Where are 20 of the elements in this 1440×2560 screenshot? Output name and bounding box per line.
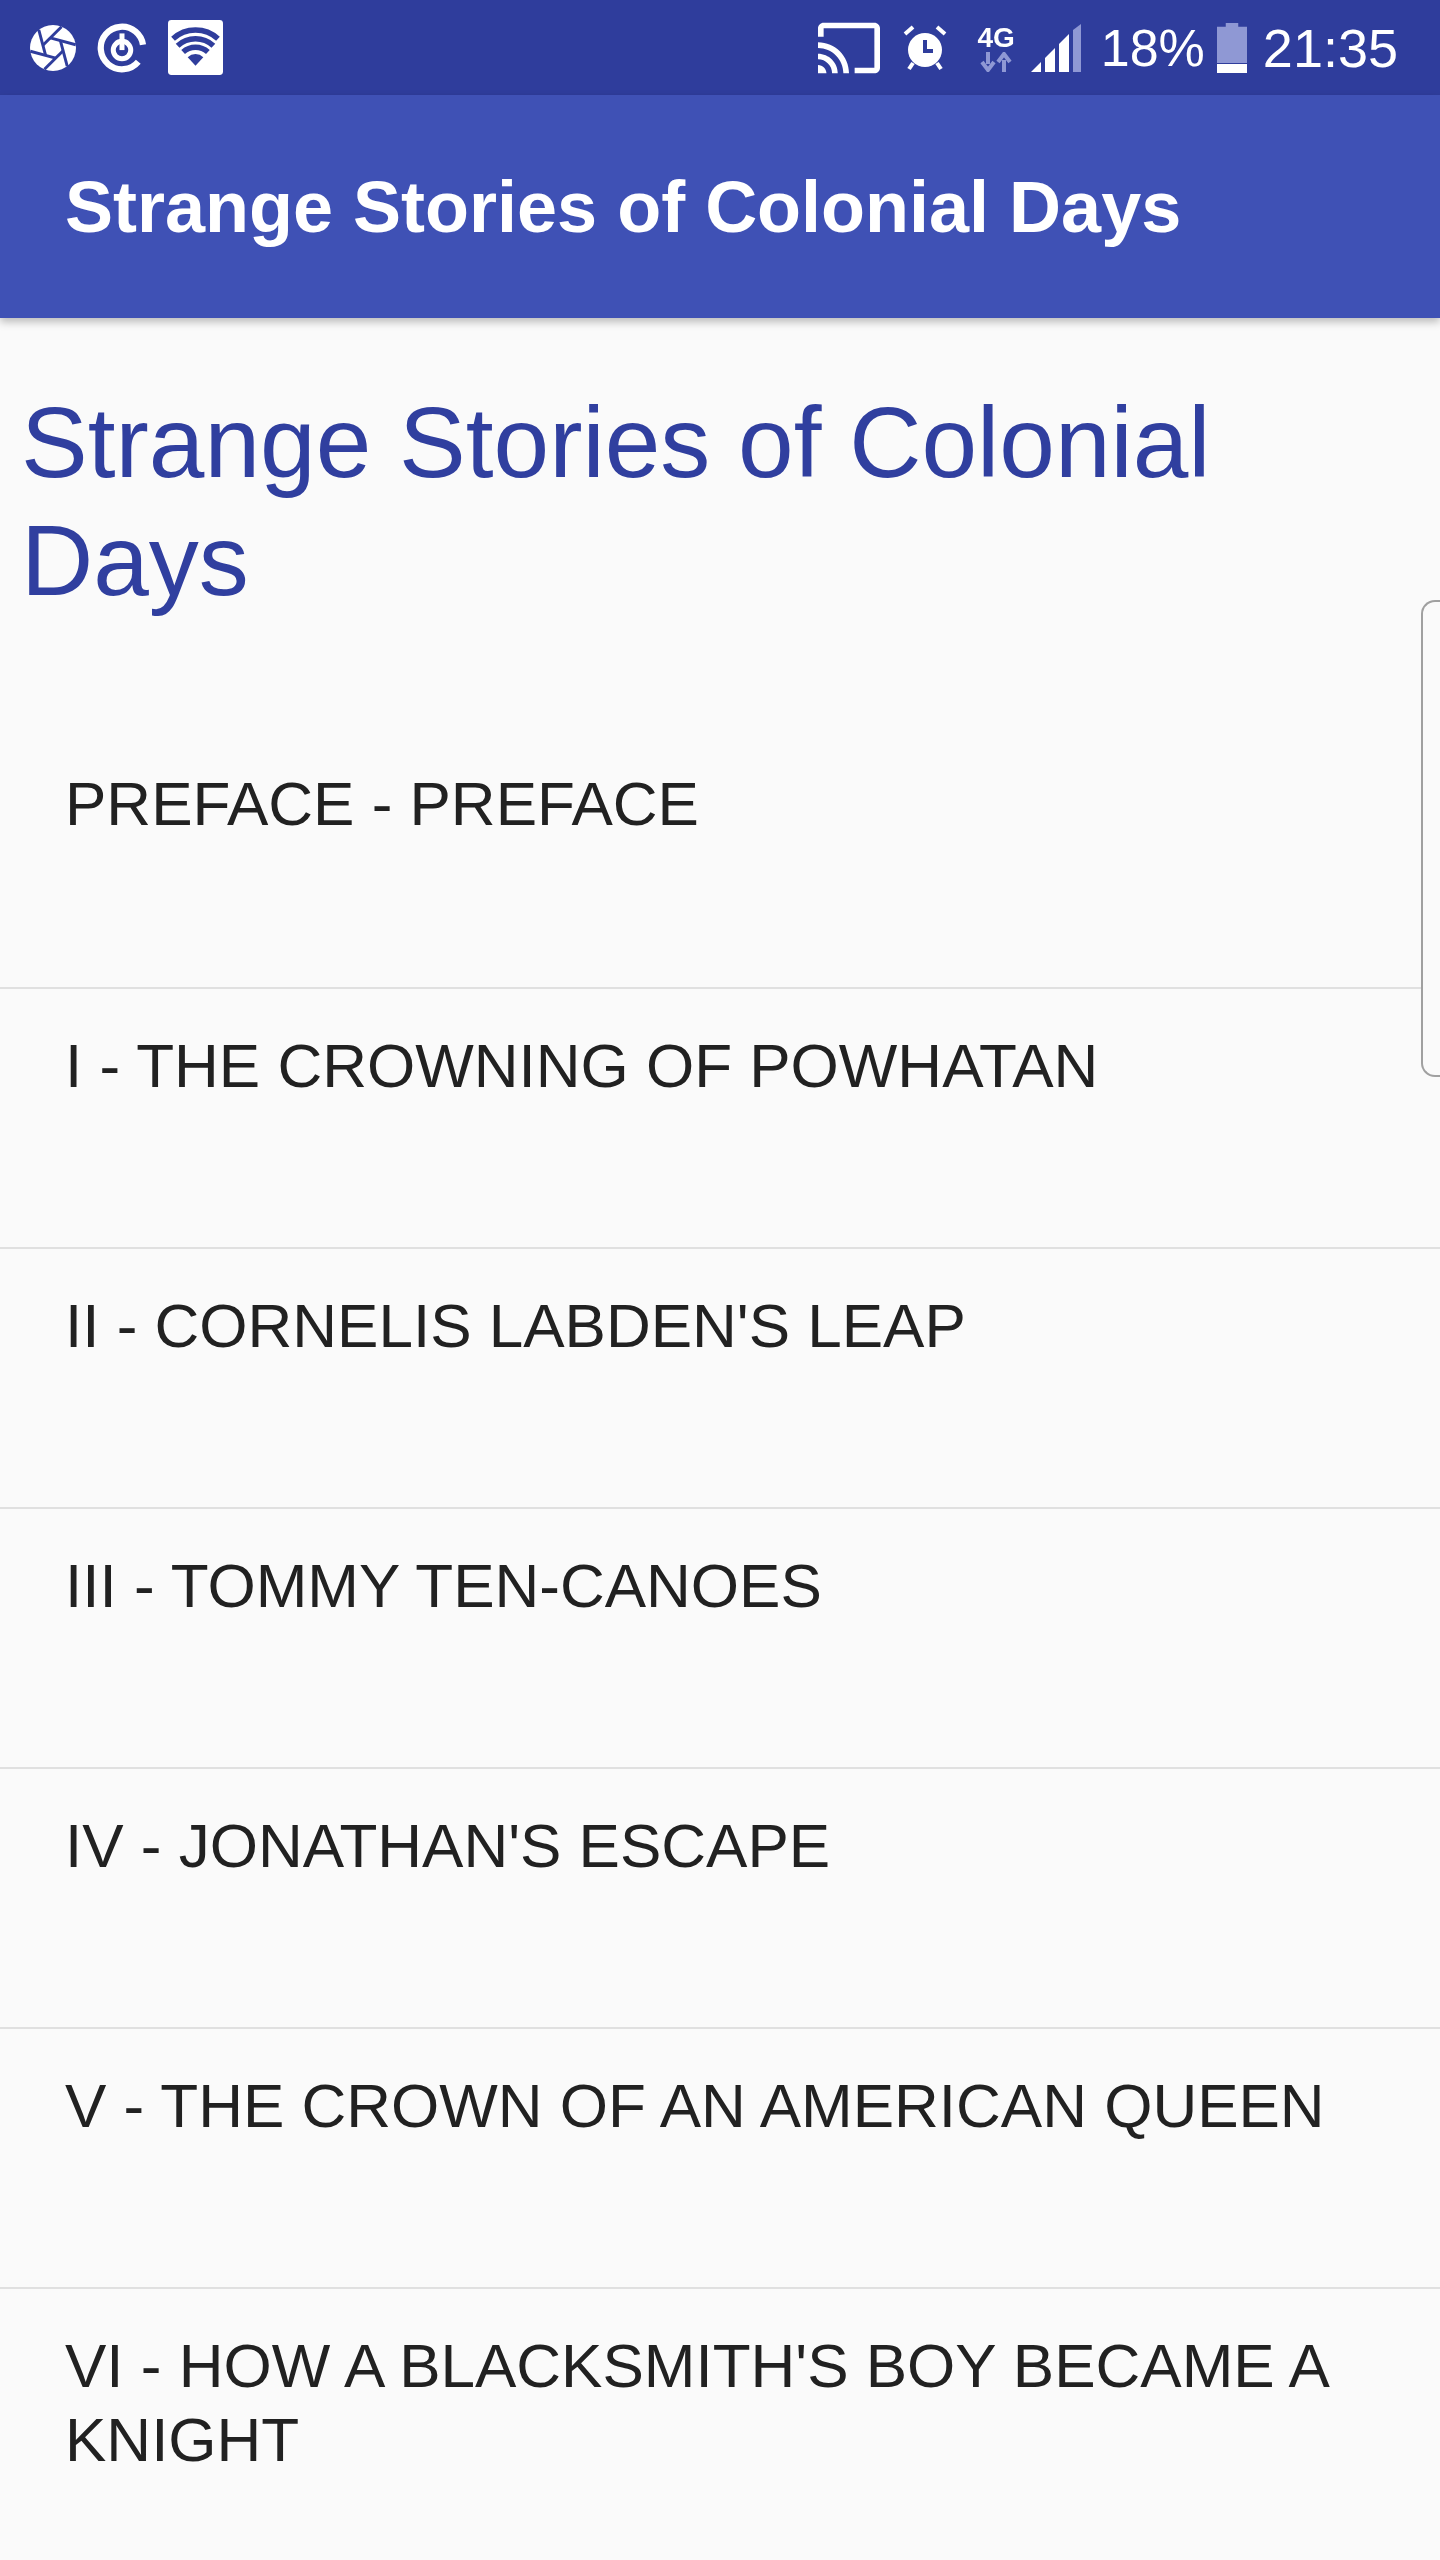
wifi-icon bbox=[168, 20, 223, 75]
data-arrows-icon bbox=[980, 51, 1013, 72]
chapter-item[interactable]: VI - HOW A BLACKSMITH'S BOY BECAME A KNIGHT bbox=[0, 2289, 1421, 2547]
aperture-icon bbox=[30, 24, 76, 71]
signal-icon bbox=[1030, 23, 1081, 72]
app-bar-title: Strange Stories of Colonial Days bbox=[65, 165, 1182, 249]
clock-time: 21:35 bbox=[1262, 17, 1398, 78]
network-type: 4G bbox=[977, 23, 1015, 52]
battery-icon bbox=[1216, 22, 1247, 73]
chapter-item[interactable]: IV - JONATHAN'S ESCAPE bbox=[0, 1769, 1421, 2027]
battery-percentage: 18% bbox=[1100, 17, 1205, 78]
cast-icon bbox=[818, 21, 881, 74]
chapter-item[interactable]: II - CORNELIS LABDEN'S LEAP bbox=[0, 1249, 1421, 1507]
chapter-item[interactable]: PREFACE - PREFACE bbox=[0, 727, 1421, 987]
chapter-item[interactable]: I - THE CROWNING OF POWHATAN bbox=[0, 989, 1421, 1247]
book-title: Strange Stories of Colonial Days bbox=[20, 385, 1212, 618]
chapter-item[interactable]: III - TOMMY TEN-CANOES bbox=[0, 1509, 1421, 1767]
chapter-item[interactable]: V - THE CROWN OF AN AMERICAN QUEEN bbox=[0, 2029, 1421, 2287]
scroll-handle[interactable] bbox=[1421, 600, 1440, 1077]
power-ring-icon bbox=[97, 22, 147, 73]
